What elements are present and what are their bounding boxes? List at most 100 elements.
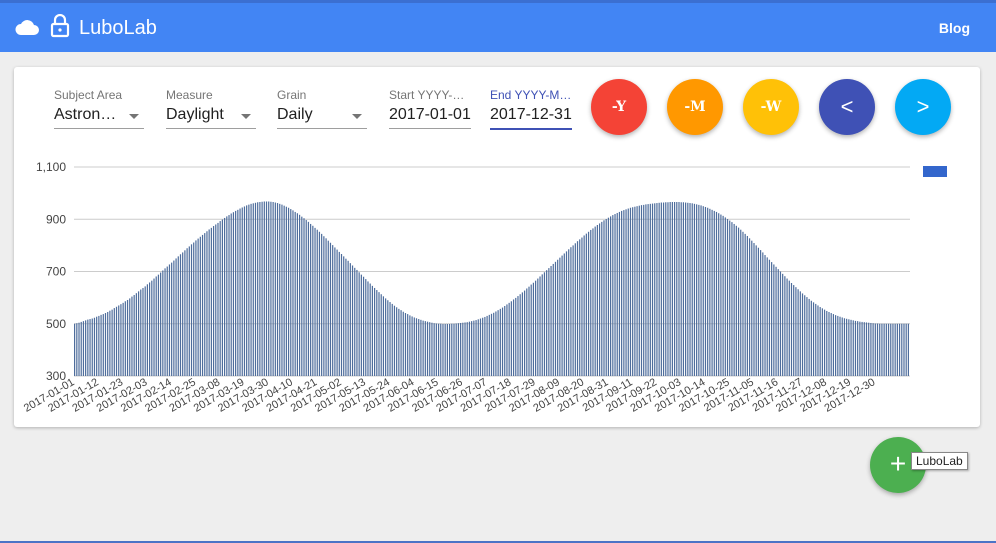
chart-bar — [171, 262, 173, 376]
chart-bar — [197, 238, 199, 376]
chart-bar — [561, 255, 563, 376]
chart-bar — [437, 323, 440, 376]
chart-bar — [894, 323, 896, 376]
chart-bar — [418, 319, 420, 376]
chart-bar — [246, 205, 248, 376]
chart-bar — [506, 304, 508, 376]
chart-bar — [638, 205, 640, 376]
legend-swatch — [923, 166, 947, 177]
chart-bar — [217, 222, 219, 376]
chart-bar — [691, 203, 693, 376]
chart-bar — [574, 243, 576, 376]
chart-bar — [378, 292, 380, 376]
chart-bar — [268, 201, 270, 376]
chart-bar — [713, 210, 715, 376]
previous-period-button[interactable]: < — [819, 79, 875, 135]
chart-bar — [433, 323, 435, 376]
chart-bar — [162, 270, 164, 376]
chevron-down-icon — [352, 114, 362, 119]
chart-bar — [854, 320, 857, 376]
minus-year-button[interactable]: -Y — [591, 79, 647, 135]
chart-bar — [654, 203, 656, 376]
chart-bar — [616, 212, 618, 376]
chart-bar — [252, 203, 254, 376]
chart-bar — [828, 311, 830, 376]
chart-bar — [219, 221, 221, 376]
chart-bar — [484, 316, 486, 376]
chart-bar — [336, 249, 338, 376]
chart-bar — [91, 318, 93, 376]
chart-bar — [415, 318, 418, 376]
chart-bar — [793, 285, 795, 376]
chart-bar — [442, 324, 444, 376]
chart-bar — [554, 261, 557, 376]
end-date-input[interactable]: End YYYY-MM... 2017-12-31 — [490, 88, 572, 130]
chart-bar — [177, 256, 179, 376]
top-app-bar: LuboLab Blog — [0, 0, 996, 52]
chart-bar — [698, 204, 700, 376]
chart-bar — [466, 322, 468, 376]
next-period-button[interactable]: > — [895, 79, 951, 135]
chart-bar — [462, 322, 464, 376]
chart-bar — [835, 315, 837, 376]
chart-bar — [680, 202, 682, 376]
chart-bar — [532, 282, 535, 376]
chart-bar — [733, 223, 735, 376]
chart-bar — [314, 227, 316, 376]
chart-bar — [892, 323, 894, 376]
chart-bar — [671, 202, 673, 376]
chart-bar — [398, 308, 400, 376]
chart-bar — [486, 315, 488, 376]
chart-bar — [689, 203, 691, 376]
chart-bar — [102, 314, 104, 376]
minus-week-button[interactable]: -W — [743, 79, 799, 135]
lock-icon — [50, 14, 70, 38]
chart-bar — [426, 321, 429, 376]
chart-bar — [590, 229, 592, 376]
chart-bar — [195, 240, 197, 376]
chart-bar — [479, 318, 482, 376]
blog-link[interactable]: Blog — [939, 20, 970, 36]
chart-bar — [504, 305, 506, 376]
chart-bar — [682, 202, 685, 376]
chart-bar — [146, 284, 148, 376]
chart-bar — [722, 215, 724, 376]
chart-bar — [129, 298, 131, 376]
chart-bar — [420, 319, 422, 376]
chart-bar — [773, 264, 775, 376]
chart-bar — [711, 209, 713, 376]
subject-area-select[interactable]: Subject Area Astrono... — [54, 88, 144, 129]
minus-month-button[interactable]: -M — [667, 79, 723, 135]
chart-bar — [651, 203, 654, 376]
chart-bar — [226, 216, 228, 376]
chart-bar — [369, 283, 371, 376]
start-date-input[interactable]: Start YYYY-M... 2017-01-01 — [389, 88, 471, 129]
chart-bar — [852, 320, 854, 376]
chart-bar — [85, 320, 87, 376]
chart-bar — [431, 322, 433, 376]
chart-bar — [660, 202, 662, 376]
chart-bar — [210, 227, 212, 376]
grain-select[interactable]: Grain Daily — [277, 88, 367, 129]
chart-bar — [455, 323, 457, 376]
chart-bar — [186, 248, 188, 376]
chart-bar — [572, 245, 574, 377]
chart-bar — [521, 292, 523, 376]
start-date-value: 2017-01-01 — [389, 106, 471, 123]
start-date-label: Start YYYY-M... — [389, 88, 471, 102]
chart-bar — [362, 276, 365, 376]
chart-bar — [528, 286, 530, 376]
chart-bar — [382, 296, 385, 376]
chart-bar — [87, 319, 89, 376]
chart-bar — [325, 238, 327, 376]
chart-bar — [343, 256, 345, 376]
chart-bar — [153, 278, 155, 376]
grain-label: Grain — [277, 88, 307, 102]
chart-bar — [354, 267, 356, 376]
subject-area-label: Subject Area — [54, 88, 123, 102]
chart-bar — [279, 203, 281, 376]
end-date-value: 2017-12-31 — [490, 106, 572, 123]
chart-bar — [764, 255, 766, 376]
y-tick-label: 1,100 — [36, 160, 66, 174]
measure-select[interactable]: Measure Daylight — [166, 88, 256, 129]
